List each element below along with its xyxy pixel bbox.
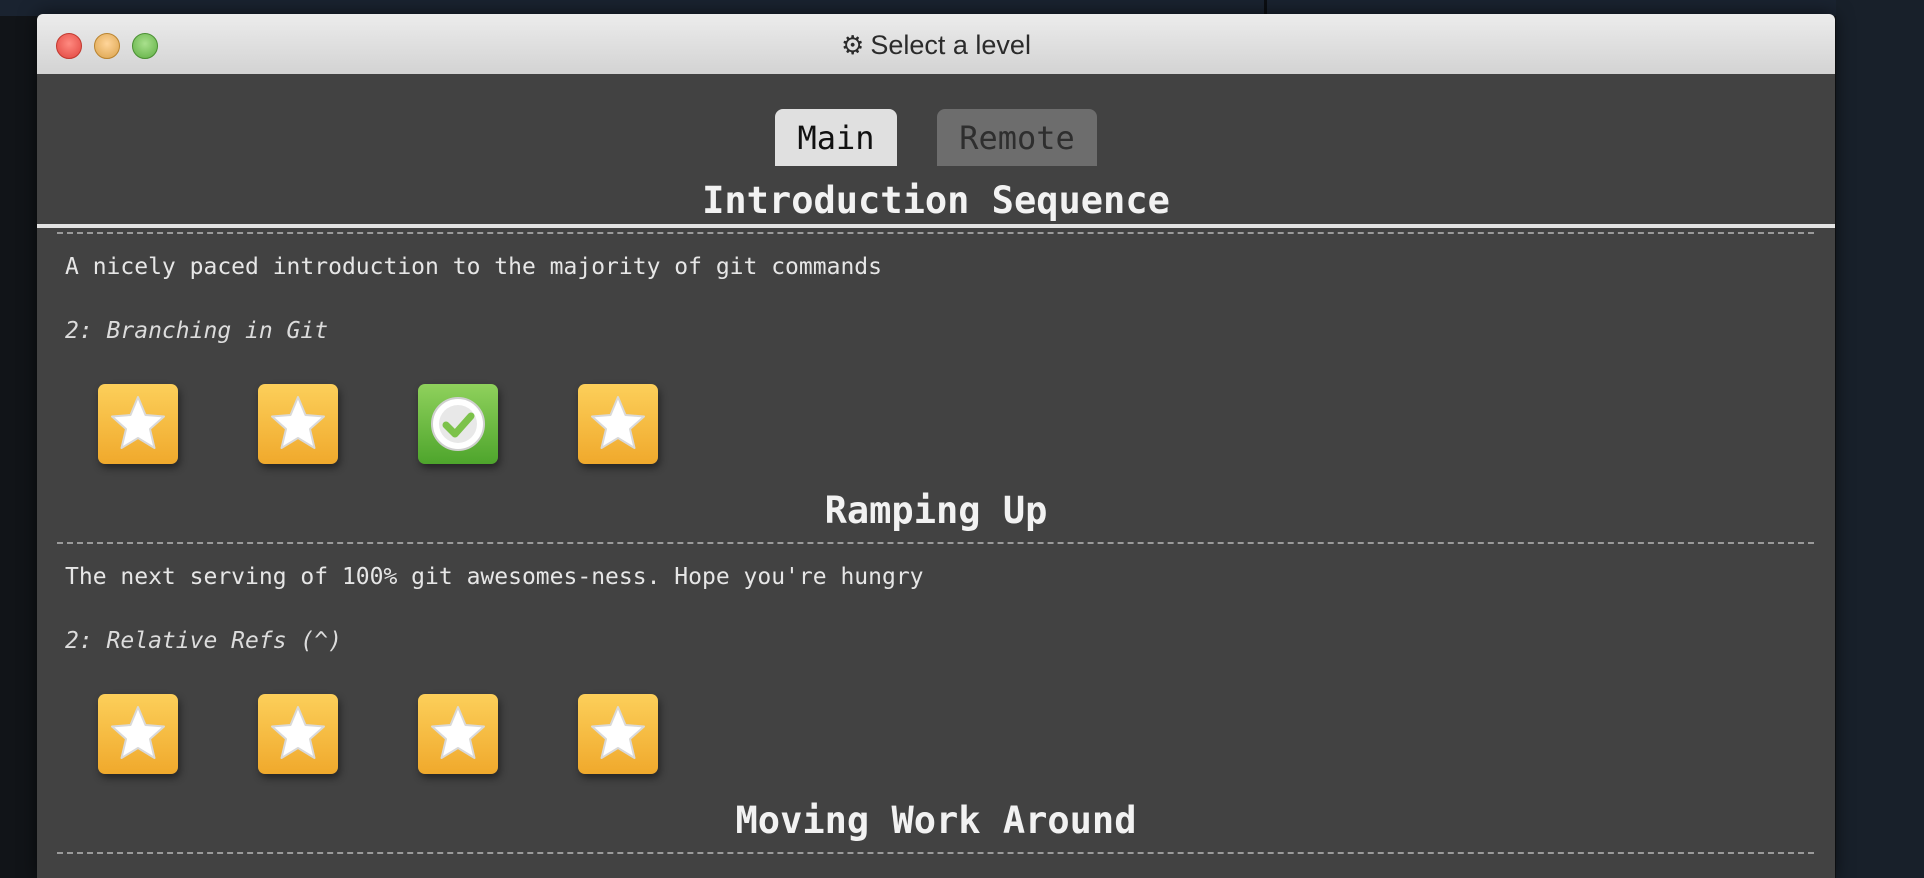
star-icon [271,396,325,449]
level-button-intro-4[interactable] [578,384,658,464]
level-button-ramping-4[interactable] [578,694,658,774]
level-button-ramping-1[interactable] [98,694,178,774]
desktop-background-right [1836,0,1924,878]
section-title-moving-work-around: Moving Work Around [735,799,1137,842]
star-icon [271,706,325,759]
level-button-intro-3[interactable] [418,384,498,464]
section-divider [57,232,1814,234]
checkmark-icon [431,397,485,451]
tab-divider [37,224,1835,228]
tab-bar: Main Remote [37,74,1835,228]
desktop-divider [1264,0,1267,14]
section-description: The next serving of 100% git awesomes-ne… [65,564,924,590]
star-icon [111,396,165,449]
star-icon [591,706,645,759]
current-level-name: 2: Branching in Git [65,318,329,344]
level-button-intro-2[interactable] [258,384,338,464]
level-select-window: ⚙ Select a level Main Remote Introduction… [37,14,1835,878]
section-title-introduction-sequence: Introduction Sequence [702,179,1170,222]
section-title-ramping-up: Ramping Up [824,489,1048,532]
star-icon [431,706,485,759]
section-description: A nicely paced introduction to the major… [65,254,882,280]
current-level-name: 2: Relative Refs (^) [65,628,342,654]
tab-remote[interactable]: Remote [937,109,1097,166]
window-title-text: Select a level [870,30,1031,60]
gear-icon: ⚙ [841,30,865,60]
section-divider [57,852,1814,854]
section-divider [57,542,1814,544]
title-bar[interactable]: ⚙ Select a level [37,14,1835,75]
tab-main[interactable]: Main [775,109,897,166]
level-button-intro-1[interactable] [98,384,178,464]
level-button-ramping-2[interactable] [258,694,338,774]
window-title: ⚙ Select a level [37,30,1835,61]
star-icon [591,396,645,449]
star-icon [111,706,165,759]
level-button-ramping-3[interactable] [418,694,498,774]
